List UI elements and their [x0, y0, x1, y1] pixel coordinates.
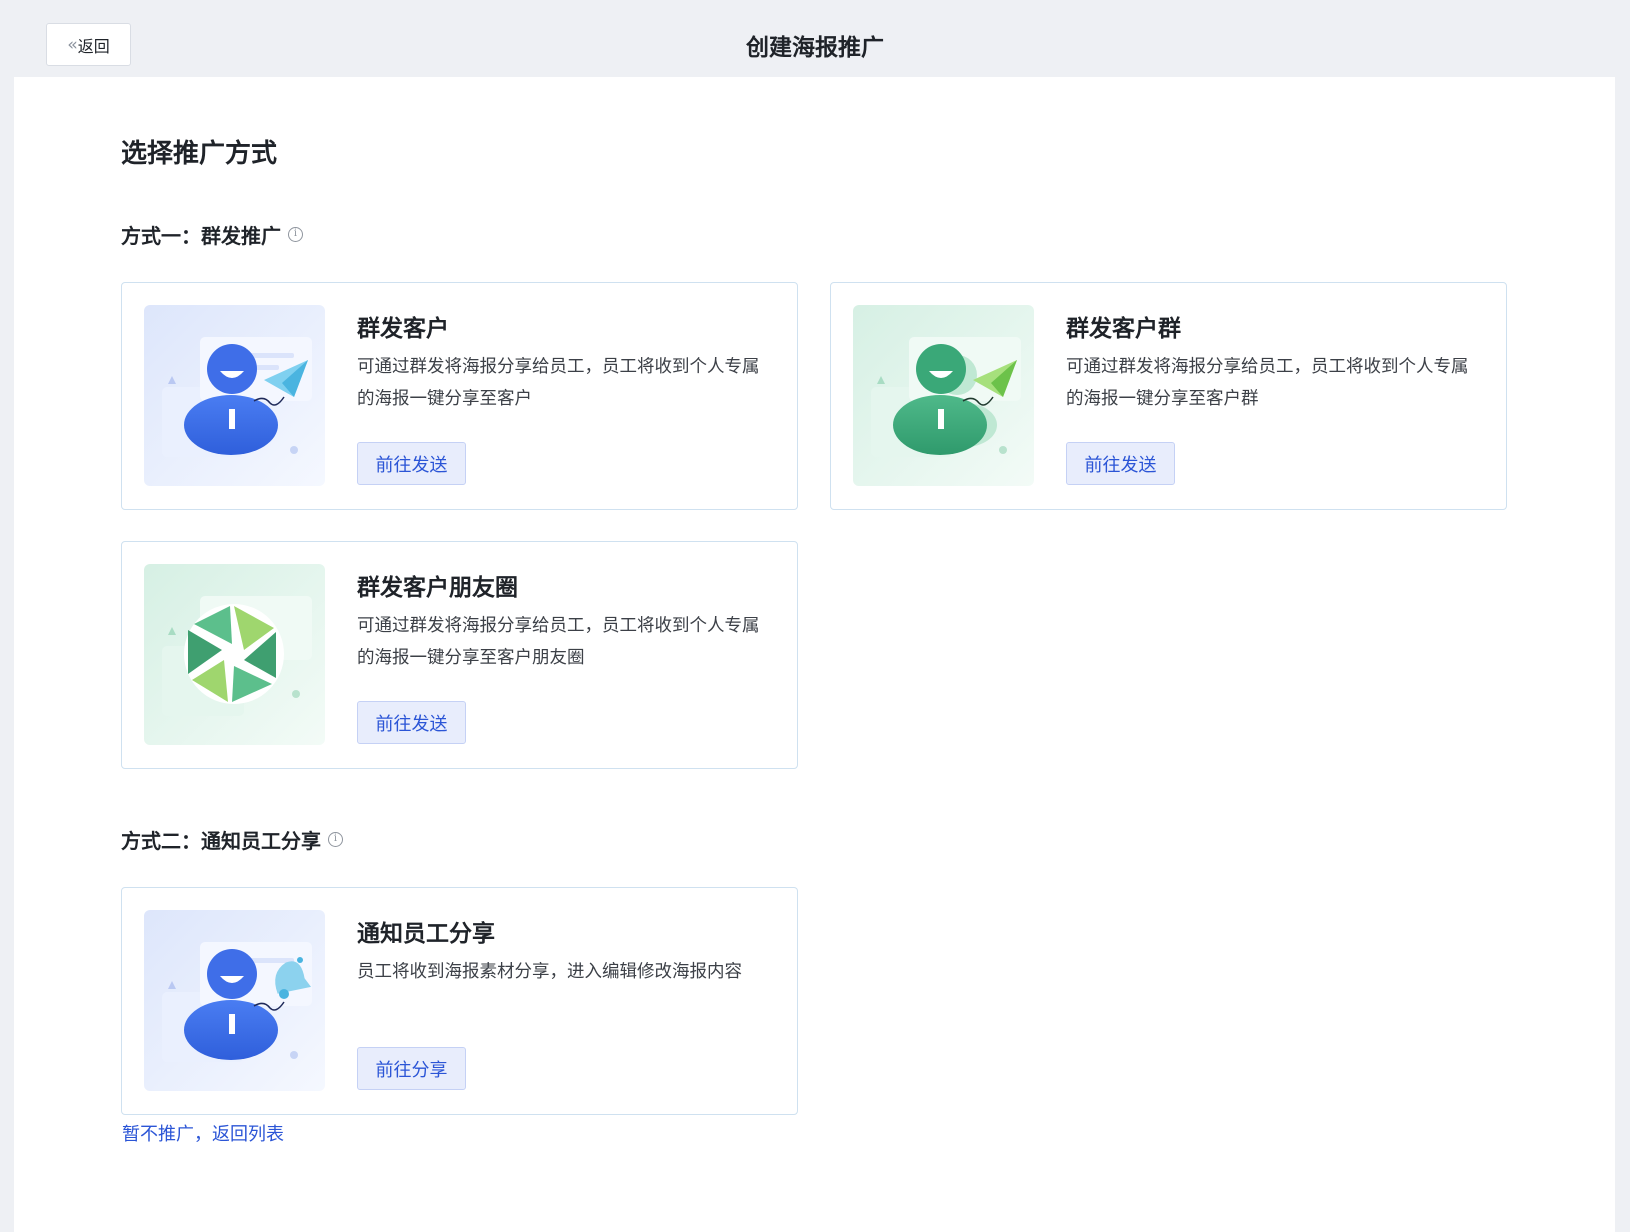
go-send-button[interactable]: 前往发送 — [1066, 442, 1175, 485]
card-title: 群发客户 — [357, 316, 449, 342]
skip-return-to-list-link[interactable]: 暂不推广，返回列表 — [122, 1120, 284, 1146]
method-two-title: 方式二：通知员工分享 i — [121, 825, 343, 854]
card-title: 群发客户群 — [1066, 316, 1181, 342]
go-send-button[interactable]: 前往发送 — [357, 442, 466, 485]
person-paper-plane-illustration — [144, 305, 325, 486]
person-group-paper-plane-illustration — [853, 305, 1034, 486]
go-share-button[interactable]: 前往分享 — [357, 1047, 466, 1090]
page-title: 创建海报推广 — [746, 35, 884, 61]
method-two-title-text: 方式二：通知员工分享 — [121, 829, 321, 853]
card-title: 通知员工分享 — [357, 921, 495, 947]
top-bar: ‹‹ 返回 创建海报推广 — [0, 0, 1630, 77]
method-one-title: 方式一：群发推广 i — [121, 220, 303, 249]
card-notify-staff-share: 通知员工分享 员工将收到海报素材分享，进入编辑修改海报内容 前往分享 — [121, 887, 798, 1115]
info-icon[interactable]: i — [288, 227, 303, 242]
moments-aperture-illustration — [144, 564, 325, 745]
card-description: 可通过群发将海报分享给员工，员工将收到个人专属的海报一键分享至客户群 — [1066, 357, 1469, 409]
card-description: 员工将收到海报素材分享，进入编辑修改海报内容 — [357, 962, 742, 982]
card-mass-send-customers: 群发客户 可通过群发将海报分享给员工，员工将收到个人专属的海报一键分享至客户 前… — [121, 282, 798, 510]
method-one-title-text: 方式一：群发推广 — [121, 224, 281, 248]
info-icon[interactable]: i — [328, 832, 343, 847]
card-description: 可通过群发将海报分享给员工，员工将收到个人专属的海报一键分享至客户朋友圈 — [357, 616, 760, 668]
section-title: 选择推广方式 — [121, 139, 278, 169]
go-send-button[interactable]: 前往发送 — [357, 701, 466, 744]
main-panel: 选择推广方式 方式一：群发推广 i 群发客户 可通过群发将海报分享给员工，员工将… — [14, 77, 1615, 1232]
card-mass-send-moments: 群发客户朋友圈 可通过群发将海报分享给员工，员工将收到个人专属的海报一键分享至客… — [121, 541, 798, 769]
person-bell-illustration — [144, 910, 325, 1091]
card-title: 群发客户朋友圈 — [357, 575, 518, 601]
card-description: 可通过群发将海报分享给员工，员工将收到个人专属的海报一键分享至客户 — [357, 357, 760, 409]
card-mass-send-customer-groups: 群发客户群 可通过群发将海报分享给员工，员工将收到个人专属的海报一键分享至客户群… — [830, 282, 1507, 510]
